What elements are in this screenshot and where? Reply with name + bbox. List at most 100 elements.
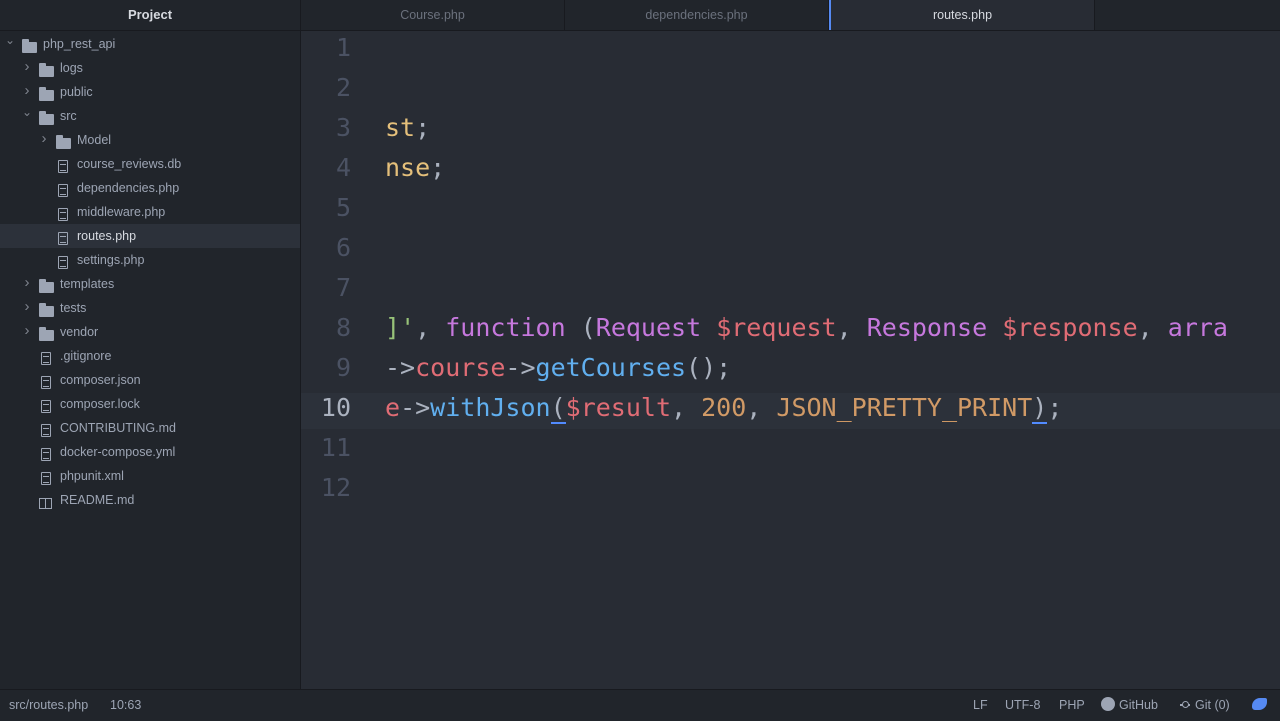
file-icon xyxy=(39,445,55,461)
chevron-right-icon[interactable]: › xyxy=(21,319,33,343)
code-token: -> xyxy=(505,353,536,382)
folder-tests[interactable]: › tests xyxy=(0,296,300,320)
folder-icon xyxy=(22,37,38,53)
file-readme-md[interactable]: README.md xyxy=(0,488,300,512)
code-line-4: nse; xyxy=(385,153,445,182)
code-token: 200 xyxy=(701,393,747,422)
tree-item-label: course_reviews.db xyxy=(77,157,182,171)
file-routes-php[interactable]: routes.php xyxy=(0,224,300,248)
folder-vendor[interactable]: › vendor xyxy=(0,320,300,344)
file-composer-lock[interactable]: composer.lock xyxy=(0,392,300,416)
line-number: 9 xyxy=(335,353,351,382)
tree-item-label: templates xyxy=(60,277,115,291)
tree-view: Project ⌄ php_rest_api › logs › public ⌄ src › Mo… xyxy=(0,0,301,689)
chevron-right-icon[interactable]: › xyxy=(21,55,33,79)
github-icon xyxy=(1101,697,1115,711)
tree-item-label: composer.lock xyxy=(60,397,140,411)
code-token: Response xyxy=(866,313,988,342)
bracket-match: ) xyxy=(1032,393,1048,424)
folder-model[interactable]: › Model xyxy=(0,128,300,152)
encoding-selector[interactable]: UTF-8 xyxy=(1005,690,1040,721)
line-number: 6 xyxy=(335,233,351,262)
code-token: , xyxy=(671,393,702,422)
grammar-selector[interactable]: PHP xyxy=(1059,690,1085,721)
file-contributing-md[interactable]: CONTRIBUTING.md xyxy=(0,416,300,440)
tree-item-label: logs xyxy=(60,61,83,75)
line-number: 5 xyxy=(335,193,351,222)
line-number: 4 xyxy=(335,153,351,182)
folder-icon xyxy=(39,61,55,77)
git-button[interactable]: Git (0) xyxy=(1180,690,1230,721)
tree-item-label: middleware.php xyxy=(77,205,166,219)
file-settings-php[interactable]: settings.php xyxy=(0,248,300,272)
code-token: ; xyxy=(415,113,431,142)
status-bar: src/routes.php 10:63 LF UTF-8 PHP GitHub… xyxy=(0,689,1280,721)
code-token: , xyxy=(746,393,777,422)
tab-bar: Course.php dependencies.php routes.php xyxy=(301,0,1280,31)
chevron-right-icon[interactable]: › xyxy=(21,295,33,319)
file-composer-json[interactable]: composer.json xyxy=(0,368,300,392)
folder-public[interactable]: › public xyxy=(0,80,300,104)
code-token: $result xyxy=(565,393,672,422)
tree-item-label: CONTRIBUTING.md xyxy=(60,421,176,435)
tree-item-label: docker-compose.yml xyxy=(60,445,176,459)
bracket-match: ( xyxy=(550,393,566,424)
tab-dependencies-php[interactable]: dependencies.php xyxy=(565,0,829,30)
tab-routes-php[interactable]: routes.php xyxy=(829,0,1095,30)
code-token: , xyxy=(415,313,446,342)
code-editor[interactable]: 1 2 3 4 5 6 7 8 9 10 11 12 st; nse; ]', … xyxy=(301,31,1280,689)
chevron-right-icon[interactable]: › xyxy=(21,271,33,295)
folder-logs[interactable]: › logs xyxy=(0,56,300,80)
code-token: ( xyxy=(565,313,596,342)
code-token: ' xyxy=(400,313,416,342)
code-token: function xyxy=(445,313,566,342)
folder-icon xyxy=(39,85,55,101)
tree-item-label: php_rest_api xyxy=(43,37,116,51)
tree-item-label: Model xyxy=(77,133,112,147)
file-phpunit-xml[interactable]: phpunit.xml xyxy=(0,464,300,488)
code-token: nse xyxy=(385,153,431,182)
tab-course-php[interactable]: Course.php xyxy=(301,0,565,30)
line-number: 2 xyxy=(335,73,351,102)
code-token: e xyxy=(385,393,401,422)
chevron-right-icon[interactable]: › xyxy=(38,127,50,151)
file-middleware-php[interactable]: middleware.php xyxy=(0,200,300,224)
line-number-current: 10 xyxy=(320,393,351,422)
line-ending-selector[interactable]: LF xyxy=(973,690,988,721)
code-line-8: ]', function (Request $request, Response… xyxy=(385,313,1228,342)
code-line-10: e->withJson($result, 200, JSON_PRETTY_PR… xyxy=(385,393,1063,424)
file-dependencies-php[interactable]: dependencies.php xyxy=(0,176,300,200)
cursor-position[interactable]: 10:63 xyxy=(110,690,141,721)
file-course-reviews-db[interactable]: course_reviews.db xyxy=(0,152,300,176)
tree-item-label: dependencies.php xyxy=(77,181,180,195)
github-button[interactable]: GitHub xyxy=(1101,690,1158,721)
file-icon xyxy=(56,157,72,173)
folder-icon xyxy=(56,133,72,149)
code-token: ; xyxy=(1047,393,1063,422)
file-icon xyxy=(39,397,55,413)
tree-item-label: settings.php xyxy=(77,253,145,267)
line-number: 8 xyxy=(335,313,351,342)
tree-item-label: phpunit.xml xyxy=(60,469,124,483)
folder-src[interactable]: ⌄ src xyxy=(0,104,300,128)
folder-icon xyxy=(39,301,55,317)
code-token: getCourses xyxy=(535,353,687,382)
feedback-button[interactable] xyxy=(1252,690,1267,721)
code-token: , xyxy=(836,313,867,342)
code-token: course xyxy=(415,353,506,382)
folder-php-rest-api[interactable]: ⌄ php_rest_api xyxy=(0,32,300,56)
tree-item-label: composer.json xyxy=(60,373,141,387)
file-docker-compose-yml[interactable]: docker-compose.yml xyxy=(0,440,300,464)
code-token: $response xyxy=(1002,313,1138,342)
chevron-down-icon[interactable]: ⌄ xyxy=(4,28,16,52)
chevron-down-icon[interactable]: ⌄ xyxy=(21,100,33,124)
code-token: , xyxy=(1137,313,1168,342)
folder-templates[interactable]: › templates xyxy=(0,272,300,296)
line-number: 12 xyxy=(320,473,351,502)
file-path[interactable]: src/routes.php xyxy=(9,690,88,721)
file-gitignore[interactable]: .gitignore xyxy=(0,344,300,368)
tree-item-label: src xyxy=(60,109,77,123)
line-number: 11 xyxy=(320,433,351,462)
